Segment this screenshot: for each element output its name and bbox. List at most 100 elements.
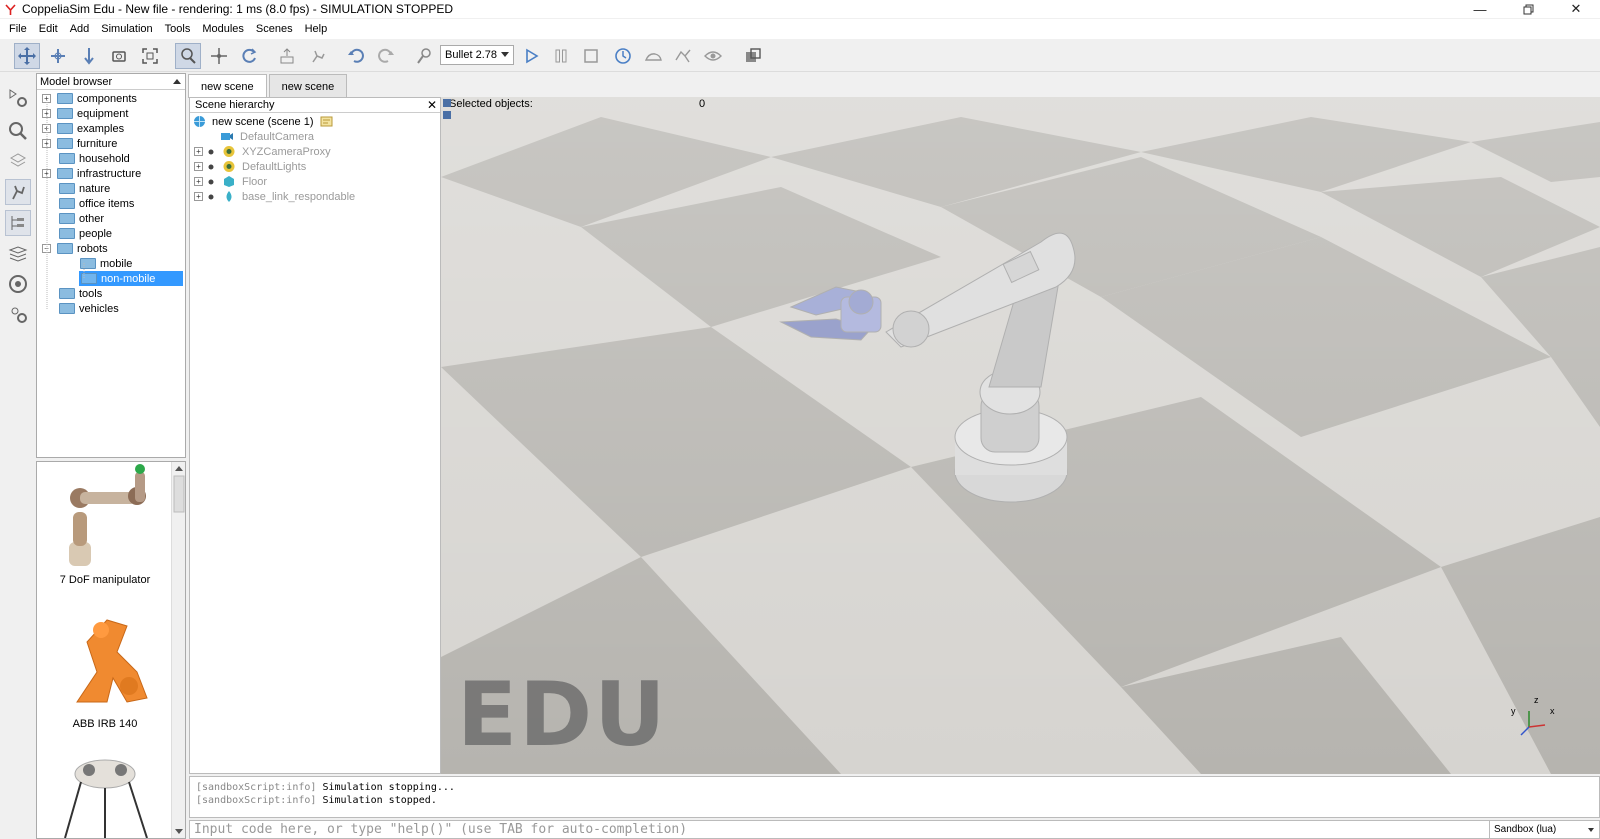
tree-item-label: vehicles: [79, 302, 119, 315]
tree-item-label: nature: [79, 182, 111, 195]
speed-up-icon[interactable]: [670, 43, 696, 69]
click-select-icon[interactable]: [175, 43, 201, 69]
scene-root-label: new scene (scene 1): [212, 115, 314, 128]
menu-add[interactable]: Add: [70, 23, 90, 35]
tree-item-household[interactable]: household: [53, 151, 130, 166]
tree-item-robots[interactable]: − robots: [42, 241, 108, 256]
collapse-tree-icon[interactable]: −: [42, 244, 51, 253]
object-rotate-icon[interactable]: [236, 43, 262, 69]
expand-icon[interactable]: +: [42, 124, 51, 133]
expand-icon[interactable]: +: [42, 139, 51, 148]
tree-item-furniture[interactable]: + furniture: [42, 136, 117, 151]
assemble-icon[interactable]: [274, 43, 300, 69]
realtime-icon[interactable]: [610, 43, 636, 69]
scene-root[interactable]: new scene (scene 1): [193, 114, 333, 129]
minimize-icon[interactable]: —: [1456, 0, 1504, 18]
menu-modules[interactable]: Modules: [202, 23, 244, 35]
camera-rotate-icon[interactable]: [45, 43, 71, 69]
menu-scenes[interactable]: Scenes: [256, 23, 293, 35]
folder-icon: [57, 93, 73, 104]
menu-simulation[interactable]: Simulation: [101, 23, 152, 35]
layer-visibility-icon[interactable]: [5, 241, 31, 267]
camera-shift-icon[interactable]: [76, 43, 102, 69]
menu-edit[interactable]: Edit: [39, 23, 58, 35]
expand-icon[interactable]: +: [194, 177, 203, 186]
tree-item-nature[interactable]: nature: [53, 181, 110, 196]
model-browser-toggle-icon[interactable]: [5, 179, 31, 205]
pause-icon[interactable]: [548, 43, 574, 69]
axis-z-label: z: [1534, 695, 1539, 705]
tree-item-office-items[interactable]: office items: [53, 196, 134, 211]
viewport-menu-icon[interactable]: [443, 111, 451, 119]
edu-watermark: EDU: [457, 663, 668, 766]
tree-item-vehicles[interactable]: vehicles: [53, 301, 119, 316]
hierarchy-item-defaultcamera[interactable]: DefaultCamera: [220, 129, 314, 144]
sandbox-select[interactable]: Sandbox (lua): [1489, 821, 1599, 838]
object-shift-icon[interactable]: [206, 43, 232, 69]
transfer-dna-icon[interactable]: [305, 43, 331, 69]
model-thumb-delta[interactable]: [37, 752, 173, 838]
tree-item-label: furniture: [77, 137, 118, 150]
camera-pan-icon[interactable]: [14, 43, 40, 69]
page-selector-icon[interactable]: [740, 43, 766, 69]
expand-icon[interactable]: +: [42, 94, 51, 103]
menu-tools[interactable]: Tools: [165, 23, 191, 35]
thumbnails-scrollbar[interactable]: [171, 462, 185, 838]
stop-icon[interactable]: [578, 43, 604, 69]
folder-icon: [57, 108, 73, 119]
fit-view-icon[interactable]: [137, 43, 163, 69]
menu-help[interactable]: Help: [305, 23, 328, 35]
visualization-icon[interactable]: [700, 43, 726, 69]
light-icon: [223, 161, 235, 172]
camera-angle-icon[interactable]: [106, 43, 132, 69]
tab-scene-2[interactable]: new scene: [268, 74, 348, 98]
expand-icon[interactable]: +: [194, 162, 203, 171]
folder-icon: [59, 228, 75, 239]
tree-item-mobile[interactable]: mobile: [74, 256, 132, 271]
scene-viewport[interactable]: Selected objects: 0 EDU z y x: [441, 97, 1600, 774]
user-settings-icon[interactable]: [5, 301, 31, 327]
hierarchy-item-xyzcameraproxy[interactable]: + XYZCameraProxy: [194, 144, 331, 159]
physics-engine-select[interactable]: Bullet 2.78: [440, 45, 514, 65]
redo-icon[interactable]: [373, 43, 399, 69]
tree-item-label: equipment: [77, 107, 129, 120]
simulation-settings-icon[interactable]: [5, 85, 31, 111]
layers-icon[interactable]: [5, 148, 31, 174]
restore-icon[interactable]: [1504, 0, 1552, 18]
model-thumb-abb-irb-140[interactable]: ABB IRB 140: [37, 602, 173, 732]
tree-item-components[interactable]: + components: [42, 91, 137, 106]
close-icon[interactable]: ✕: [427, 98, 437, 112]
dynamic-content-icon[interactable]: [411, 43, 437, 69]
close-icon[interactable]: ✕: [1552, 0, 1600, 18]
expand-icon[interactable]: +: [194, 147, 203, 156]
menu-file[interactable]: File: [9, 23, 27, 35]
play-icon[interactable]: [518, 43, 544, 69]
model-thumb-7dof[interactable]: 7 DoF manipulator: [37, 462, 173, 592]
video-recorder-icon[interactable]: [5, 271, 31, 297]
slow-down-icon[interactable]: [640, 43, 666, 69]
search-icon[interactable]: [5, 118, 31, 144]
tree-item-people[interactable]: people: [53, 226, 112, 241]
undo-icon[interactable]: [343, 43, 369, 69]
model-thumb-label: 7 DoF manipulator: [59, 574, 151, 586]
tree-item-equipment[interactable]: + equipment: [42, 106, 128, 121]
expand-icon[interactable]: +: [194, 192, 203, 201]
expand-icon[interactable]: +: [42, 109, 51, 118]
tree-item-tools[interactable]: tools: [53, 286, 102, 301]
hierarchy-item-defaultlights[interactable]: + DefaultLights: [194, 159, 306, 174]
scene-hierarchy-toggle-icon[interactable]: [5, 210, 31, 236]
tree-item-other[interactable]: other: [53, 211, 104, 226]
collapse-icon[interactable]: [173, 79, 181, 84]
code-input[interactable]: [190, 821, 1490, 838]
viewport-collapse-icon[interactable]: [443, 99, 451, 107]
status-console: [sandboxScript:info] Simulation stopping…: [189, 776, 1600, 818]
tab-scene-1[interactable]: new scene: [188, 74, 267, 98]
selected-objects-label: Selected objects:: [449, 98, 533, 110]
tree-item-infrastructure[interactable]: + infrastructure: [42, 166, 141, 181]
tree-item-non-mobile[interactable]: non-mobile: [79, 271, 183, 286]
hierarchy-item-floor[interactable]: + Floor: [194, 174, 267, 189]
tree-item-examples[interactable]: + examples: [42, 121, 124, 136]
hierarchy-item-base-link[interactable]: + base_link_respondable: [194, 189, 355, 204]
script-icon[interactable]: [320, 115, 333, 128]
expand-icon[interactable]: +: [42, 169, 51, 178]
